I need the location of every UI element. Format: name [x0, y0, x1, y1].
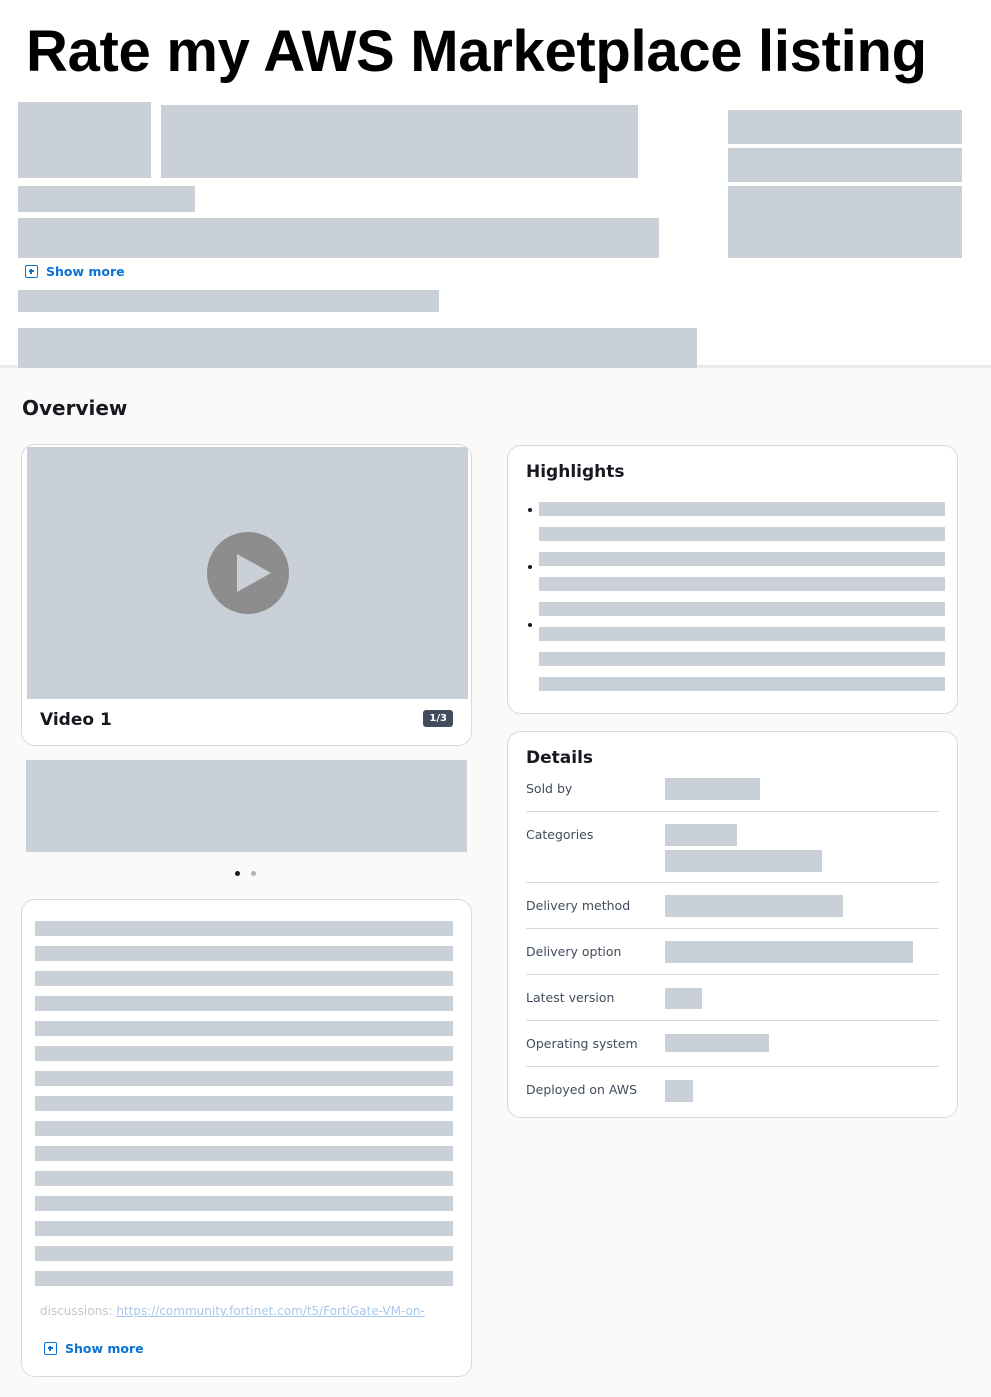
description-visible-text: discussions: — [40, 1304, 117, 1318]
tabs-placeholder — [18, 328, 697, 368]
details-card: Details Sold by Categories Delivery meth… — [507, 731, 958, 1118]
description-line — [35, 1021, 453, 1036]
demo-button-placeholder[interactable] — [728, 148, 962, 182]
details-heading: Details — [526, 748, 594, 768]
highlights-card: Highlights — [507, 445, 958, 714]
description-line — [35, 1171, 453, 1186]
highlight-line — [539, 552, 945, 566]
details-label-deployed-on-aws: Deployed on AWS — [526, 1082, 638, 1097]
description-line — [35, 1096, 453, 1111]
vendor-name-placeholder — [18, 186, 195, 212]
description-show-more-link[interactable]: Show more — [44, 1341, 144, 1356]
category-value-placeholder[interactable] — [665, 824, 737, 846]
show-more-label: Show more — [46, 264, 125, 279]
bullet — [528, 623, 532, 627]
description-line — [35, 1271, 453, 1286]
operating-system-value-placeholder — [665, 1034, 769, 1052]
details-label-categories: Categories — [526, 827, 594, 842]
description-line — [35, 1121, 453, 1136]
row-divider — [526, 1020, 939, 1021]
description-line — [35, 946, 453, 961]
details-label-latest-version: Latest version — [526, 990, 615, 1005]
product-logo-placeholder — [18, 102, 151, 178]
deployed-on-aws-value-placeholder — [665, 1080, 693, 1102]
video-counter-badge: 1/3 — [423, 710, 453, 727]
expand-icon — [25, 265, 38, 278]
details-label-delivery-option: Delivery option — [526, 944, 622, 959]
badges-placeholder — [18, 290, 439, 312]
expand-icon — [44, 1342, 57, 1355]
details-label-operating-system: Operating system — [526, 1036, 638, 1051]
category-value-placeholder[interactable] — [665, 850, 822, 872]
highlight-line — [539, 677, 945, 691]
description-card: discussions: https://community.fortinet.… — [21, 899, 472, 1377]
description-line — [35, 921, 453, 936]
video-title: Video 1 — [40, 710, 112, 730]
description-faded-text: discussions: https://community.fortinet.… — [40, 1304, 425, 1318]
caption-title: Rate my AWS Marketplace listing — [26, 19, 927, 84]
description-line — [35, 1146, 453, 1161]
delivery-method-value-placeholder — [665, 895, 843, 917]
show-more-label: Show more — [65, 1341, 144, 1356]
details-label-sold-by: Sold by — [526, 781, 573, 796]
row-divider — [526, 928, 939, 929]
highlight-line — [539, 602, 945, 616]
highlight-line — [539, 577, 945, 591]
row-divider — [526, 811, 939, 812]
row-divider — [526, 974, 939, 975]
highlight-line — [539, 652, 945, 666]
highlight-line — [539, 627, 945, 641]
latest-version-value-placeholder — [665, 988, 702, 1009]
carousel-dot-active[interactable] — [235, 871, 240, 876]
video-player[interactable] — [27, 447, 468, 699]
highlight-line — [539, 527, 945, 541]
carousel-dot[interactable] — [251, 871, 256, 876]
subscribe-button-placeholder[interactable] — [728, 110, 962, 144]
description-line — [35, 1221, 453, 1236]
community-link[interactable]: https://community.fortinet.com/t5/FortiG… — [116, 1304, 424, 1318]
video-card: Video 1 1/3 — [21, 444, 472, 746]
header-show-more-link[interactable]: Show more — [25, 264, 125, 279]
play-icon[interactable] — [207, 532, 289, 614]
description-line — [35, 996, 453, 1011]
details-label-delivery-method: Delivery method — [526, 898, 631, 913]
bullet — [528, 565, 532, 569]
highlight-line — [539, 502, 945, 516]
delivery-option-value-placeholder — [665, 941, 913, 963]
product-title-placeholder — [161, 105, 638, 178]
row-divider — [526, 882, 939, 883]
product-summary-placeholder — [18, 218, 659, 258]
description-line — [35, 1071, 453, 1086]
description-line — [35, 1246, 453, 1261]
row-divider — [526, 1066, 939, 1067]
description-line — [35, 1046, 453, 1061]
pricing-info-placeholder — [728, 186, 962, 258]
caption-banner: Rate my AWS Marketplace listing — [0, 0, 991, 97]
description-line — [35, 1196, 453, 1211]
media-thumbnails-placeholder[interactable] — [26, 760, 467, 852]
overview-heading: Overview — [22, 396, 128, 420]
bullet — [528, 508, 532, 512]
description-line — [35, 971, 453, 986]
highlights-heading: Highlights — [526, 462, 625, 482]
sold-by-value-placeholder[interactable] — [665, 778, 760, 800]
